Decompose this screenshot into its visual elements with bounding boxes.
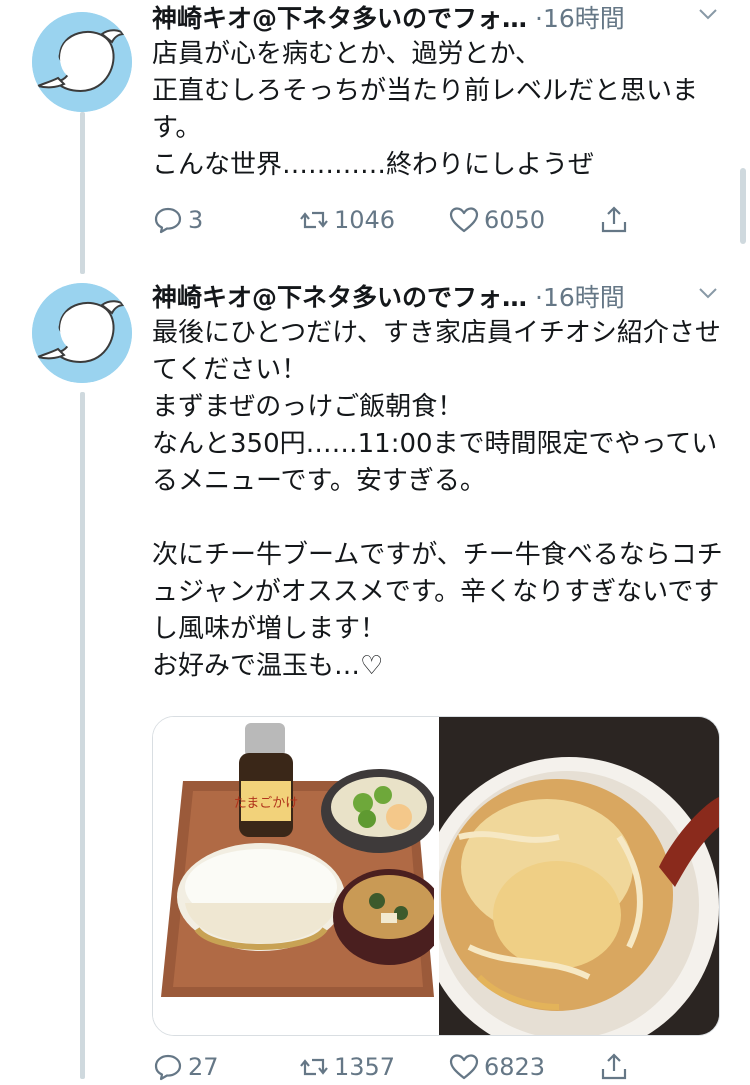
like-icon <box>449 207 479 233</box>
action-bar: 27 1357 6823 <box>152 1051 652 1085</box>
cheese-gyudon-photo[interactable] <box>419 717 719 1035</box>
retweet-button[interactable]: 1046 <box>298 204 395 236</box>
bird-avatar-icon <box>32 283 132 383</box>
author-name[interactable]: 神崎キオ@下ネタ多いのでフォ… <box>152 0 527 35</box>
reply-icon <box>154 1054 182 1081</box>
media-attachment[interactable]: たまごかけ <box>152 716 720 1036</box>
action-bar: 3 1046 6050 <box>152 204 652 238</box>
cheese-gyudon-image <box>419 717 719 1035</box>
chevron-down-icon[interactable] <box>696 2 720 26</box>
retweet-icon <box>300 211 328 229</box>
tweet-header: 神崎キオ@下ネタ多いのでフォ… ·16時間 <box>152 279 730 313</box>
retweet-count: 1046 <box>334 206 396 234</box>
like-button[interactable]: 6823 <box>448 1051 545 1083</box>
tweet-text: 最後にひとつだけ、すき家店員イチオシ紹介させてください！ まずまぜのっけご飯朝食… <box>152 318 723 681</box>
share-button[interactable] <box>598 1051 634 1083</box>
tweet-header: 神崎キオ@下ネタ多いのでフォ… ·16時間 <box>152 0 730 34</box>
share-button[interactable] <box>598 204 634 236</box>
like-count: 6050 <box>484 206 546 234</box>
timestamp[interactable]: ·16時間 <box>535 278 625 314</box>
reply-count: 3 <box>188 206 204 234</box>
retweet-count: 1357 <box>334 1053 396 1081</box>
timestamp[interactable]: ·16時間 <box>535 0 625 35</box>
thread-line <box>80 392 85 1079</box>
author-name[interactable]: 神崎キオ@下ネタ多いのでフォ… <box>152 278 527 314</box>
reply-icon <box>154 207 182 234</box>
like-button[interactable]: 6050 <box>448 204 545 236</box>
thread-line <box>80 112 85 274</box>
reply-button[interactable]: 3 <box>152 204 203 236</box>
like-count: 6823 <box>484 1053 546 1081</box>
breakfast-set-photo[interactable]: たまごかけ <box>153 717 445 1035</box>
share-icon <box>601 206 627 233</box>
like-icon <box>449 1054 479 1080</box>
avatar[interactable] <box>32 12 132 112</box>
reply-count: 27 <box>188 1053 219 1081</box>
bottle-label: たまごかけ <box>234 795 299 811</box>
tweet-text: 店員が心を病むとか、過労とか、 正直むしろそっちが当たり前レベルだと思います。 … <box>152 39 699 180</box>
share-icon <box>601 1053 627 1080</box>
retweet-icon <box>300 1058 328 1076</box>
breakfast-set-image: たまごかけ <box>153 717 445 1035</box>
retweet-button[interactable]: 1357 <box>298 1051 395 1083</box>
scroll-indicator <box>740 168 746 244</box>
bird-avatar-icon <box>32 12 132 112</box>
chevron-down-icon[interactable] <box>696 281 720 305</box>
reply-button[interactable]: 27 <box>152 1051 219 1083</box>
avatar[interactable] <box>32 283 132 383</box>
